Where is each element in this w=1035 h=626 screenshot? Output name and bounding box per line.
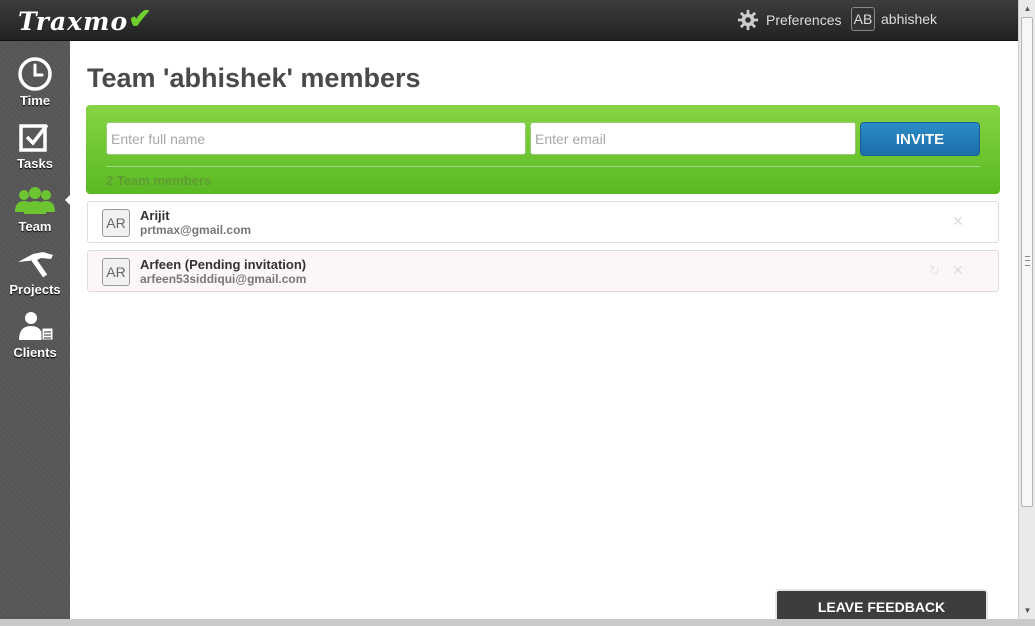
member-name: Arijit: [140, 208, 170, 223]
sidebar-item-clients[interactable]: Clients: [0, 307, 70, 367]
checkbox-icon: [19, 123, 49, 152]
logo-text: Traxmo: [18, 7, 129, 36]
window-bottom-edge: [0, 619, 1035, 626]
active-indicator: [65, 195, 70, 205]
user-avatar: AB: [851, 7, 875, 31]
sidebar-item-label: Clients: [13, 345, 57, 360]
leave-feedback-button[interactable]: LEAVE FEEDBACK: [775, 589, 988, 620]
scroll-up-icon[interactable]: ▲: [1019, 0, 1035, 17]
sidebar: Time Tasks Team Projects Clients: [0, 41, 70, 626]
hammer-icon: [18, 252, 53, 278]
sidebar-item-label: Time: [19, 93, 51, 108]
logo[interactable]: Traxmo✔: [18, 2, 153, 37]
list-item: AR Arfeen (Pending invitation) arfeen53s…: [87, 250, 999, 292]
clock-icon: [18, 57, 52, 91]
preferences-label: Preferences: [766, 12, 842, 28]
avatar: AR: [102, 209, 130, 237]
sidebar-item-label: Team: [18, 219, 52, 234]
user-menu[interactable]: AB abhishek: [851, 7, 937, 31]
username: abhishek: [881, 11, 938, 27]
sidebar-item-time[interactable]: Time: [0, 55, 70, 115]
full-name-input[interactable]: [106, 122, 526, 155]
list-item: AR Arijit prtmax@gmail.com ✕: [87, 201, 999, 243]
remove-member-icon[interactable]: ✕: [952, 213, 964, 230]
avatar: AR: [102, 258, 130, 286]
top-bar: Traxmo✔ Preferences AB abhishek: [0, 0, 1018, 41]
member-email: prtmax@gmail.com: [140, 223, 252, 237]
scroll-down-icon[interactable]: ▼: [1019, 602, 1035, 619]
client-icon: [19, 312, 54, 341]
logo-check-icon: ✔: [128, 2, 153, 35]
sidebar-item-team[interactable]: Team: [0, 181, 70, 241]
divider: [106, 166, 980, 167]
scroll-thumb[interactable]: [1021, 17, 1033, 507]
resend-invite-icon[interactable]: ↻: [929, 263, 940, 279]
preferences-button[interactable]: Preferences: [737, 8, 841, 32]
remove-member-icon[interactable]: ✕: [952, 262, 964, 279]
invite-panel: INVITE 2 Team members: [86, 105, 1000, 194]
member-name: Arfeen (Pending invitation): [140, 257, 307, 272]
page-title: Team 'abhishek' members: [87, 63, 421, 93]
sidebar-item-label: Projects: [9, 282, 61, 297]
scrollbar[interactable]: ▲ ▼: [1018, 0, 1035, 619]
sidebar-item-projects[interactable]: Projects: [0, 244, 70, 304]
team-icon: [15, 187, 55, 214]
grip-icon: [1025, 256, 1030, 266]
invite-button[interactable]: INVITE: [860, 122, 980, 156]
member-count: 2 Team members: [106, 173, 212, 188]
member-email: arfeen53siddiqui@gmail.com: [140, 272, 307, 286]
sidebar-item-tasks[interactable]: Tasks: [0, 118, 70, 178]
email-input[interactable]: [530, 122, 856, 155]
gear-icon: [737, 9, 759, 31]
sidebar-item-label: Tasks: [17, 156, 53, 171]
